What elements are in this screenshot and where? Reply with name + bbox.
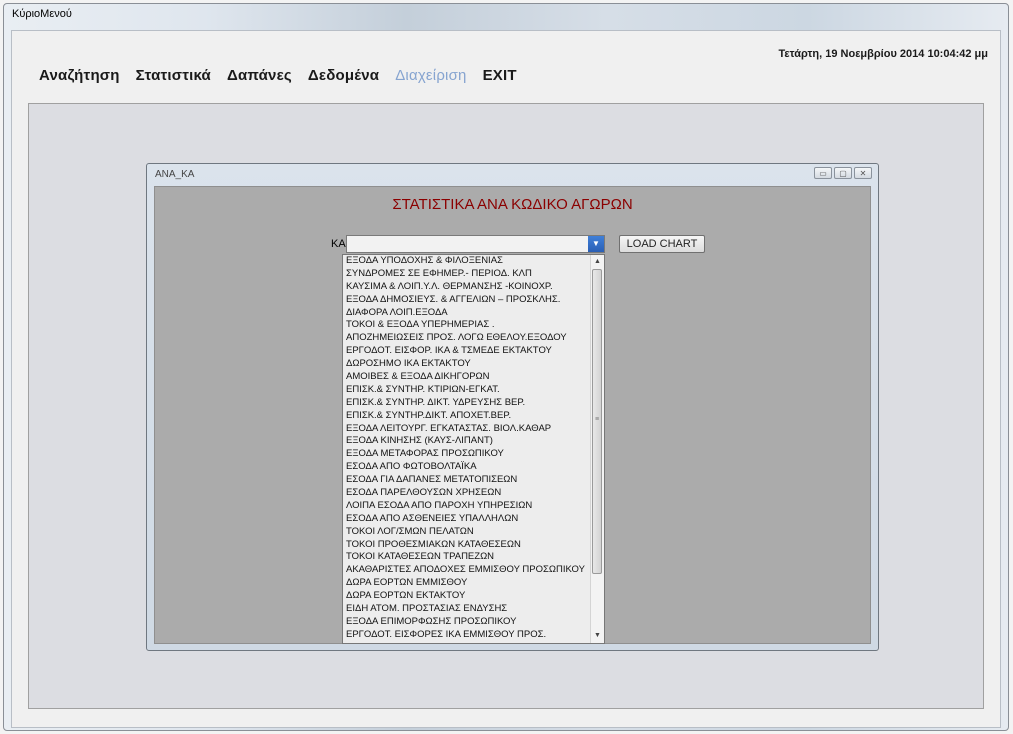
list-item[interactable]: ΚΑΥΣΙΜΑ & ΛΟΙΠ.Υ.Λ. ΘΕΡΜΑΝΣΗΣ -ΚΟΙΝΟΧΡ. [343, 281, 591, 294]
list-item[interactable]: ΑΜΟΙΒΕΣ & ΕΞΟΔΑ ΔΙΚΗΓΟΡΩΝ [343, 371, 591, 384]
list-item[interactable]: ΕΣΟΔΑ ΓΙΑ ΔΑΠΑΝΕΣ ΜΕΤΑΤΟΠΙΣΕΩΝ [343, 474, 591, 487]
child-client-area: ΣΤΑΤΙΣΤΙΚΑ ΑΝΑ ΚΩΔΙΚΟ ΑΓΩΡΩΝ ΚΑ: ▼ LOAD … [154, 186, 871, 644]
list-item[interactable]: ΕΡΓΟΔΟΤ. ΕΙΣΦΟΡ. ΙΚΑ & ΤΣΜΕΔΕ ΕΚΤΑΚΤΟΥ [343, 345, 591, 358]
list-item[interactable]: ΕΞΟΔΑ ΕΠΙΜΟΡΦΩΣΗΣ ΠΡΟΣΩΠΙΚΟΥ [343, 616, 591, 629]
load-chart-button[interactable]: LOAD CHART [619, 235, 705, 253]
list-item[interactable]: ΕΞΟΔΑ ΥΠΟΔΟΧΗΣ & ΦΙΛΟΞΕΝΙΑΣ [343, 255, 591, 268]
minimize-button[interactable]: ▭ [814, 167, 832, 179]
list-item[interactable]: ΑΠΟΖΗΜΕΙΩΣΕΙΣ ΠΡΟΣ. ΛΟΓΩ ΕΘΕΛΟΥ.ΕΞΟΔΟΥ [343, 332, 591, 345]
datetime-label: Τετάρτη, 19 Νοεμβρίου 2014 10:04:42 μμ [778, 48, 988, 60]
window-controls: ▭ ▢ ✕ [814, 167, 872, 179]
list-item[interactable]: ΕΙΔΗ ΑΤΟΜ. ΠΡΟΣΤΑΣΙΑΣ ΕΝΔΥΣΗΣ [343, 603, 591, 616]
list-item[interactable]: ΕΞΟΔΑ ΚΙΝΗΣΗΣ (ΚΑΥΣ-ΛΙΠΑΝΤ) [343, 435, 591, 448]
ka-dropdown-list[interactable]: ΕΞΟΔΑ ΥΠΟΔΟΧΗΣ & ΦΙΛΟΞΕΝΙΑΣ ΣΥΝΔΡΟΜΕΣ ΣΕ … [342, 254, 605, 644]
close-button[interactable]: ✕ [854, 167, 872, 179]
ka-combobox[interactable]: ▼ [346, 235, 605, 253]
dropdown-scrollbar[interactable]: ▲ ≡ ▼ [590, 255, 604, 643]
list-item[interactable]: ΕΞΟΔΑ ΜΕΤΑΦΟΡΑΣ ΠΡΟΣΩΠΙΚΟΥ [343, 448, 591, 461]
scrollbar-thumb[interactable]: ≡ [592, 269, 602, 574]
menu-item-exit[interactable]: EXIT [483, 67, 517, 89]
list-item[interactable]: ΕΞΟΔΑ ΔΗΜΟΣΙΕΥΣ. & ΑΓΓΕΛΙΩΝ – ΠΡΟΣΚΛΗΣ. [343, 294, 591, 307]
menu-item-administration: Διαχείριση [395, 67, 467, 84]
page-title: ΣΤΑΤΙΣΤΙΚΑ ΑΝΑ ΚΩΔΙΚΟ ΑΓΩΡΩΝ [392, 196, 633, 213]
window-title: ΚύριοΜενού [12, 8, 72, 20]
ka-input[interactable] [348, 236, 590, 252]
child-window-title: ANA_KA [155, 169, 195, 180]
list-item[interactable]: ΔΙΑΦΟΡΑ ΛΟΙΠ.ΕΞΟΔΑ [343, 307, 591, 320]
list-item[interactable]: ΛΟΙΠΑ ΕΣΟΔΑ ΑΠΟ ΠΑΡΟΧΗ ΥΠΗΡΕΣΙΩΝ [343, 500, 591, 513]
list-item[interactable]: ΕΠΙΣΚ.& ΣΥΝΤΗΡ.ΔΙΚΤ. ΑΠΟΧΕΤ.ΒΕΡ. [343, 410, 591, 423]
list-item[interactable]: ΤΟΚΟΙ ΚΑΤΑΘΕΣΕΩΝ ΤΡΑΠΕΖΩΝ [343, 551, 591, 564]
list-item[interactable]: ΔΩΡΑ ΕΟΡΤΩΝ ΕΜΜΙΣΘΟΥ [343, 577, 591, 590]
list-item[interactable]: ΔΩΡΟΣΗΜΟ ΙΚΑ ΕΚΤΑΚΤΟΥ [343, 358, 591, 371]
grip-icon: ≡ [595, 416, 600, 423]
list-item[interactable]: ΕΞΟΔΑ ΛΕΙΤΟΥΡΓ. ΕΓΚΑΤΑΣΤΑΣ. ΒΙΟΛ.ΚΑΘΑΡ [343, 423, 591, 436]
list-item[interactable]: ΑΚΑΘΑΡΙΣΤΕΣ ΑΠΟΔΟΧΕΣ ΕΜΜΙΣΘΟΥ ΠΡΟΣΩΠΙΚΟΥ [343, 564, 591, 577]
maximize-button[interactable]: ▢ [834, 167, 852, 179]
list-item[interactable]: ΕΣΟΔΑ ΠΑΡΕΛΘΟΥΣΩΝ ΧΡΗΣΕΩΝ [343, 487, 591, 500]
dropdown-items: ΕΞΟΔΑ ΥΠΟΔΟΧΗΣ & ΦΙΛΟΞΕΝΙΑΣ ΣΥΝΔΡΟΜΕΣ ΣΕ … [343, 255, 591, 642]
ana-ka-window: ANA_KA ▭ ▢ ✕ ΣΤΑΤΙΣΤΙΚΑ ΑΝΑ ΚΩΔΙΚΟ ΑΓΩΡΩ… [146, 163, 879, 651]
list-item[interactable]: ΕΡΓΟΔΟΤ. ΕΙΣΦΟΡΕΣ ΙΚΑ ΕΜΜΙΣΘΟΥ ΠΡΟΣ. [343, 629, 591, 642]
list-item[interactable]: ΕΠΙΣΚ.& ΣΥΝΤΗΡ. ΚΤΙΡΙΩΝ-ΕΓΚΑΤ. [343, 384, 591, 397]
scroll-down-icon[interactable]: ▼ [591, 630, 604, 642]
chevron-down-icon[interactable]: ▼ [588, 236, 604, 252]
menu-item-search[interactable]: Αναζήτηση [39, 67, 120, 89]
list-item[interactable]: ΕΣΟΔΑ ΑΠΟ ΦΩΤΟΒΟΛΤΑΪΚΑ [343, 461, 591, 474]
menu-bar: Αναζήτηση Στατιστικά Δαπάνες Δεδομένα Δι… [39, 67, 533, 89]
menu-item-expenses[interactable]: Δαπάνες [227, 67, 292, 89]
menu-item-data[interactable]: Δεδομένα [308, 67, 379, 89]
list-item[interactable]: ΣΥΝΔΡΟΜΕΣ ΣΕ ΕΦΗΜΕΡ.- ΠΕΡΙΟΔ. ΚΛΠ [343, 268, 591, 281]
list-item[interactable]: ΕΠΙΣΚ.& ΣΥΝΤΗΡ. ΔΙΚΤ. ΥΔΡΕΥΣΗΣ ΒΕΡ. [343, 397, 591, 410]
list-item[interactable]: ΤΟΚΟΙ ΠΡΟΘΕΣΜΙΑΚΩΝ ΚΑΤΑΘΕΣΕΩΝ [343, 539, 591, 552]
list-item[interactable]: ΤΟΚΟΙ ΛΟΓ/ΣΜΩΝ ΠΕΛΑΤΩΝ [343, 526, 591, 539]
list-item[interactable]: ΔΩΡΑ ΕΟΡΤΩΝ ΕΚΤΑΚΤΟΥ [343, 590, 591, 603]
scroll-up-icon[interactable]: ▲ [591, 256, 604, 268]
menu-item-statistics[interactable]: Στατιστικά [136, 67, 211, 89]
list-item[interactable]: ΤΟΚΟΙ & ΕΞΟΔΑ ΥΠΕΡΗΜΕΡΙΑΣ . [343, 319, 591, 332]
list-item[interactable]: ΕΣΟΔΑ ΑΠΟ ΑΣΘΕΝΕΙΕΣ ΥΠΑΛΛΗΛΩΝ [343, 513, 591, 526]
